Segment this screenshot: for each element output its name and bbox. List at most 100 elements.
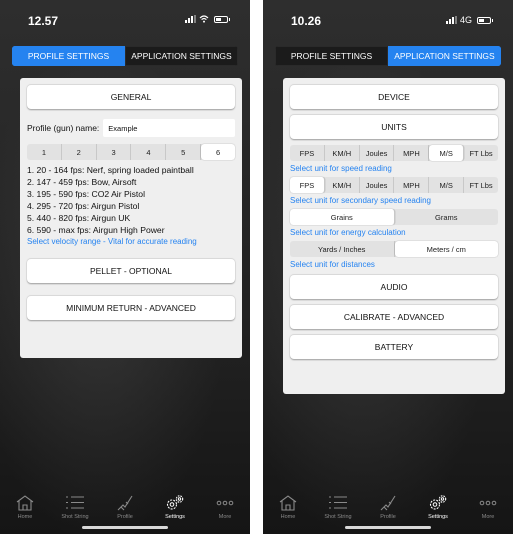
home-indicator <box>345 526 431 529</box>
tab-more-label: More <box>481 514 495 520</box>
gears-icon <box>429 495 447 510</box>
distance-unit-hint: Select unit for distances <box>290 260 375 269</box>
home-icon <box>16 495 34 511</box>
rifle-icon <box>117 495 133 511</box>
profile-tab-2[interactable]: 2 <box>62 144 97 160</box>
general-button[interactable]: GENERAL <box>27 84 235 109</box>
secondary-unit-mph[interactable]: MPH <box>394 177 430 193</box>
profile-tabs: 1 2 3 4 5 6 <box>27 144 235 160</box>
range-item: 2. 147 - 459 fps: Bow, Airsoft <box>27 177 137 187</box>
secondary-unit-ms[interactable]: M/S <box>429 177 465 193</box>
speed-unit-hint: Select unit for speed reading <box>290 164 392 173</box>
home-indicator <box>82 526 168 529</box>
profile-tab-5[interactable]: 5 <box>166 144 202 160</box>
tab-settings[interactable]: Settings <box>413 484 463 520</box>
tab-shot-string-label: Shot String <box>61 514 89 520</box>
secondary-unit-hint: Select unit for secondary speed reading <box>290 196 431 205</box>
tab-shot-string[interactable]: Shot String <box>50 484 100 520</box>
tab-settings-label: Settings <box>165 514 185 520</box>
bottom-tab-bar: Home Shot String Profile Settings More <box>263 484 513 520</box>
profile-tab-6[interactable]: 6 <box>201 144 235 160</box>
signal-icon <box>445 16 457 24</box>
range-item: 1. 20 - 164 fps: Nerf, spring loaded pai… <box>27 165 194 175</box>
tab-settings-label: Settings <box>428 514 448 520</box>
secondary-unit-ftlbs[interactable]: FT Lbs <box>464 177 498 193</box>
settings-segmented-control: PROFILE SETTINGS APPLICATION SETTINGS <box>12 46 238 66</box>
more-icon <box>479 500 497 506</box>
list-icon <box>329 496 347 509</box>
tab-profile[interactable]: Profile <box>100 484 150 520</box>
energy-unit-grams[interactable]: Grams <box>395 209 499 225</box>
segment-application-settings[interactable]: APPLICATION SETTINGS <box>388 46 501 66</box>
profile-name-input[interactable]: Example <box>103 119 235 137</box>
status-indicators: 4G <box>445 15 493 25</box>
calibrate-advanced-button[interactable]: CALIBRATE - ADVANCED <box>290 304 498 329</box>
more-icon <box>216 500 234 506</box>
status-time: 12.57 <box>28 14 59 28</box>
tab-profile-label: Profile <box>380 514 396 520</box>
status-bar: 10.26 4G <box>263 0 513 40</box>
distance-unit-meters[interactable]: Meters / cm <box>394 241 498 257</box>
status-indicators <box>185 15 230 23</box>
secondary-unit-fps[interactable]: FPS <box>290 177 325 193</box>
audio-button[interactable]: AUDIO <box>290 274 498 299</box>
profile-name-row: Profile (gun) name: Example <box>27 119 235 137</box>
minimum-return-button[interactable]: MINIMUM RETURN - ADVANCED <box>27 295 235 320</box>
tab-shot-string[interactable]: Shot String <box>313 484 363 520</box>
gears-icon <box>166 495 184 510</box>
rifle-icon <box>380 495 396 511</box>
device-button[interactable]: DEVICE <box>290 84 498 109</box>
tab-home[interactable]: Home <box>263 484 313 520</box>
speed-unit-kmh[interactable]: KM/H <box>325 145 360 161</box>
segment-profile-settings[interactable]: PROFILE SETTINGS <box>275 46 388 66</box>
profile-tab-4[interactable]: 4 <box>131 144 167 160</box>
tab-shot-string-label: Shot String <box>324 514 352 520</box>
battery-button[interactable]: BATTERY <box>290 334 498 359</box>
speed-unit-ms[interactable]: M/S <box>429 145 465 161</box>
tab-home-label: Home <box>280 514 296 520</box>
tab-profile-label: Profile <box>117 514 133 520</box>
pellet-optional-button[interactable]: PELLET - OPTIONAL <box>27 258 235 283</box>
speed-unit-selector: FPS KM/H Joules MPH M/S FT Lbs <box>290 145 498 161</box>
speed-unit-joules[interactable]: Joules <box>360 145 395 161</box>
phone-screen-application-settings: 10.26 4G PROFILE SETTINGS APPLICATION SE… <box>263 0 513 534</box>
tab-more[interactable]: More <box>200 484 250 520</box>
distance-unit-selector: Yards / Inches Meters / cm <box>290 241 498 257</box>
speed-unit-fps[interactable]: FPS <box>290 145 325 161</box>
energy-unit-grains[interactable]: Grains <box>290 209 395 225</box>
status-time: 10.26 <box>291 14 322 28</box>
units-button[interactable]: UNITS <box>290 114 498 139</box>
speed-unit-mph[interactable]: MPH <box>394 145 430 161</box>
bottom-tab-bar: Home Shot String Profile Settings More <box>0 484 250 520</box>
distance-unit-yards[interactable]: Yards / Inches <box>290 241 395 257</box>
signal-icon <box>185 15 196 23</box>
tab-profile[interactable]: Profile <box>363 484 413 520</box>
battery-icon <box>477 16 493 24</box>
list-icon <box>66 496 84 509</box>
tab-home[interactable]: Home <box>0 484 50 520</box>
profile-tab-1[interactable]: 1 <box>27 144 62 160</box>
energy-unit-hint: Select unit for energy calculation <box>290 228 406 237</box>
secondary-unit-selector: FPS KM/H Joules MPH M/S FT Lbs <box>290 177 498 193</box>
range-item: 3. 195 - 590 fps: CO2 Air Pistol <box>27 189 145 199</box>
status-bar: 12.57 <box>0 0 250 40</box>
range-item: 4. 295 - 720 fps: Airgun Pistol <box>27 201 140 211</box>
secondary-unit-kmh[interactable]: KM/H <box>325 177 360 193</box>
profile-settings-panel: GENERAL Profile (gun) name: Example 1 2 … <box>20 78 242 358</box>
phone-screen-profile-settings: 12.57 PROFILE SETTINGS APPLICATION SETTI… <box>0 0 250 534</box>
speed-unit-ftlbs[interactable]: FT Lbs <box>464 145 498 161</box>
energy-unit-selector: Grains Grams <box>290 209 498 225</box>
profile-tab-3[interactable]: 3 <box>97 144 132 160</box>
tab-more[interactable]: More <box>463 484 513 520</box>
secondary-unit-joules[interactable]: Joules <box>360 177 395 193</box>
tab-settings[interactable]: Settings <box>150 484 200 520</box>
segment-application-settings[interactable]: APPLICATION SETTINGS <box>125 46 238 66</box>
velocity-range-hint: Select velocity range - Vital for accura… <box>27 237 197 246</box>
home-icon <box>279 495 297 511</box>
battery-icon <box>214 15 230 23</box>
tab-home-label: Home <box>17 514 33 520</box>
profile-name-label: Profile (gun) name: <box>27 123 100 133</box>
network-type: 4G <box>459 15 472 25</box>
range-item: 5. 440 - 820 fps: Airgun UK <box>27 213 131 223</box>
segment-profile-settings[interactable]: PROFILE SETTINGS <box>12 46 125 66</box>
